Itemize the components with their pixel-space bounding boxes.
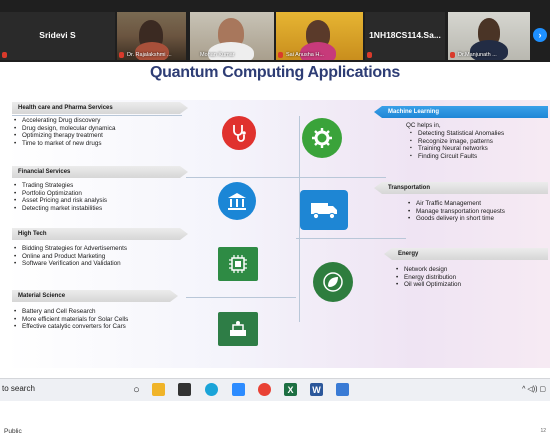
list-item: Battery and Cell Research	[12, 308, 128, 316]
word-icon[interactable]: W	[310, 383, 323, 396]
list-item: Portfolio Optimization	[12, 190, 107, 198]
next-participants-button[interactable]: ›	[533, 28, 547, 42]
edge-icon[interactable]	[205, 383, 218, 396]
list-item: Energy distribution	[394, 274, 461, 282]
machine-learning-list: Detecting Statistical Anomalies Recogniz…	[396, 130, 504, 160]
financial-list: Trading Strategies Portfolio Optimizatio…	[12, 182, 107, 212]
list-item: Drug design, molecular dynamica	[12, 125, 115, 133]
section-header-hightech: High Tech	[12, 228, 188, 240]
divider	[186, 297, 296, 298]
healthcare-list: Accelerating Drug discovery Drug design,…	[12, 117, 115, 147]
list-item: Finding Circuit Faults	[396, 153, 504, 161]
list-item: Optimizing therapy treatment	[12, 132, 115, 140]
list-item: Effective catalytic converters for Cars	[12, 323, 128, 331]
participant-name: Dr.Manjunath ...	[458, 52, 497, 58]
muted-mic-icon	[2, 52, 7, 58]
section-intro: QC helps in,	[406, 122, 441, 129]
section-header-financial: Financial Services	[12, 166, 188, 178]
list-item: Detecting Statistical Anomalies	[396, 130, 504, 138]
list-item: Trading Strategies	[12, 182, 107, 190]
section-header-energy: Energy	[384, 248, 548, 260]
participant-name: Sridevi S	[39, 30, 76, 40]
list-item: More efficient materials for Solar Cells	[12, 316, 128, 324]
chip-icon	[218, 247, 258, 281]
slide-title: Quantum Computing Applications	[150, 64, 400, 81]
list-item: Oil well Optimization	[394, 281, 461, 289]
divider	[186, 177, 386, 178]
list-item: Bidding Strategies for Advertisements	[12, 245, 127, 253]
slide-page-number: 12	[540, 428, 546, 434]
list-item: Online and Product Marketing	[12, 253, 127, 261]
list-item: Asset Pricing and risk analysis	[12, 197, 107, 205]
excel-icon[interactable]: X	[284, 383, 297, 396]
section-header-machine-learning: Machine Learning	[374, 106, 548, 118]
classification-label: Public	[4, 428, 22, 435]
participant-tile[interactable]: Sridevi S	[0, 12, 115, 60]
participant-video[interactable]: Dr.Manjunath ...	[448, 12, 530, 60]
section-header-material: Material Science	[12, 290, 178, 302]
chrome-icon[interactable]	[258, 383, 271, 396]
list-item: Air Traffic Management	[406, 200, 505, 208]
taskbar-search[interactable]: to search	[2, 384, 35, 393]
participant-name: 1NH18CS114.Sa...	[369, 30, 441, 40]
store-icon[interactable]	[178, 383, 191, 396]
muted-mic-icon	[119, 52, 124, 58]
list-item: Manage transportation requests	[406, 208, 505, 216]
slide-content: Health care and Pharma Services Accelera…	[6, 100, 550, 368]
participant-name: Dr. Rajalakshmi ...	[127, 52, 172, 58]
participant-video[interactable]: Sai Anusha H...	[276, 12, 363, 60]
muted-mic-icon	[278, 52, 283, 58]
list-item: Detecting market instabilities	[12, 205, 107, 213]
bank-icon	[218, 182, 256, 220]
participants-strip: Sridevi S Dr. Rajalakshmi ... Mohan Kuma…	[0, 0, 550, 62]
energy-list: Network design Energy distribution Oil w…	[394, 266, 461, 289]
muted-mic-icon	[367, 52, 372, 58]
material-list: Battery and Cell Research More efficient…	[12, 308, 128, 331]
section-header-healthcare: Health care and Pharma Services	[12, 102, 188, 114]
muted-mic-icon	[450, 52, 455, 58]
gear-icon	[302, 118, 342, 158]
shared-slide: Quantum Computing Applications Health ca…	[0, 62, 550, 435]
list-item: Software Verification and Validation	[12, 260, 127, 268]
divider	[296, 238, 406, 239]
truck-icon	[300, 190, 348, 230]
zoom-icon[interactable]	[232, 383, 245, 396]
file-explorer-icon[interactable]	[152, 383, 165, 396]
task-view-icon[interactable]: ○	[130, 383, 143, 396]
participant-video[interactable]: Dr. Rajalakshmi ...	[117, 12, 186, 60]
transportation-list: Air Traffic Management Manage transporta…	[406, 200, 505, 223]
windows-taskbar: to search ○ X W ^ ◁)) ▢	[0, 378, 550, 401]
list-item: Accelerating Drug discovery	[12, 117, 115, 125]
lab-icon	[218, 312, 258, 346]
participant-tile[interactable]: 1NH18CS114.Sa...	[365, 12, 445, 60]
section-header-transportation: Transportation	[374, 182, 548, 194]
list-item: Training Neural networks	[396, 145, 504, 153]
photos-icon[interactable]	[336, 383, 349, 396]
list-item: Recognize image, patterns	[396, 138, 504, 146]
stethoscope-icon	[222, 116, 256, 150]
participant-name: Mohan Kumar	[200, 52, 235, 58]
hightech-list: Bidding Strategies for Advertisements On…	[12, 245, 127, 268]
leaf-icon	[313, 262, 353, 302]
list-item: Network design	[394, 266, 461, 274]
system-tray[interactable]: ^ ◁)) ▢	[522, 385, 546, 393]
list-item: Time to market of new drugs	[12, 140, 115, 148]
divider	[12, 115, 182, 116]
participant-name: Sai Anusha H...	[286, 52, 324, 58]
list-item: Goods delivery in short time	[406, 215, 505, 223]
participant-video[interactable]: Mohan Kumar	[190, 12, 274, 60]
